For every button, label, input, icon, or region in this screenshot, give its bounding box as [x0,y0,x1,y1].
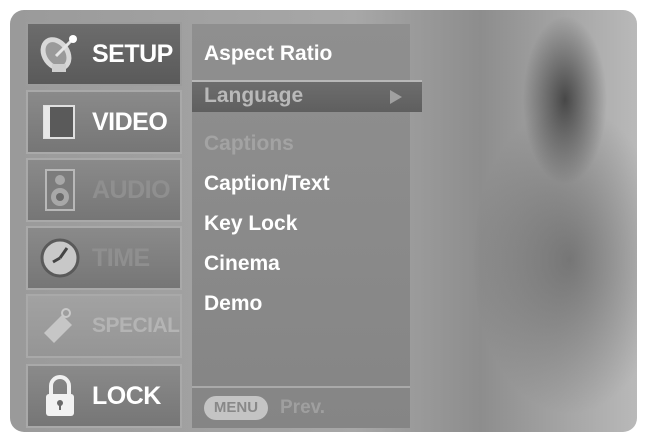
category-audio[interactable]: AUDIO [26,158,182,222]
clock-icon [34,232,86,284]
category-label: LOCK [92,381,161,410]
right-arrow-icon [390,90,402,104]
category-time[interactable]: TIME [26,226,182,290]
menu-item-aspect-ratio[interactable]: Aspect Ratio [204,42,332,66]
footer-divider [192,386,410,388]
speaker-icon [34,164,86,216]
category-label: AUDIO [92,175,171,204]
menu-item-label: Language [204,84,304,107]
category-label: SPECIAL [92,314,180,337]
menu-item-language[interactable]: Language [192,80,422,112]
menu-item-caption-text[interactable]: Caption/Text [204,172,330,196]
category-label: SETUP [92,39,173,68]
footer-hint: Prev. [280,397,326,418]
category-setup[interactable]: SETUP [26,22,182,86]
category-sidebar: SETUP VIDEO AUDIO TIME SPECIAL LOCK [26,22,184,430]
category-video[interactable]: VIDEO [26,90,182,154]
category-special[interactable]: SPECIAL [26,294,182,358]
menu-button[interactable]: MENU [204,396,268,420]
menu-item-captions[interactable]: Captions [204,132,294,156]
menu-item-demo[interactable]: Demo [204,292,262,316]
padlock-icon [34,370,86,422]
tv-screen: SETUP VIDEO AUDIO TIME SPECIAL LOCK Aspe… [10,10,637,432]
menu-item-cinema[interactable]: Cinema [204,252,280,276]
category-lock[interactable]: LOCK [26,364,182,428]
menu-item-key-lock[interactable]: Key Lock [204,212,297,236]
satellite-dish-icon [34,28,86,80]
video-screen-icon [34,96,86,148]
category-label: TIME [92,243,150,272]
tag-icon [34,300,86,352]
category-label: VIDEO [92,107,168,136]
